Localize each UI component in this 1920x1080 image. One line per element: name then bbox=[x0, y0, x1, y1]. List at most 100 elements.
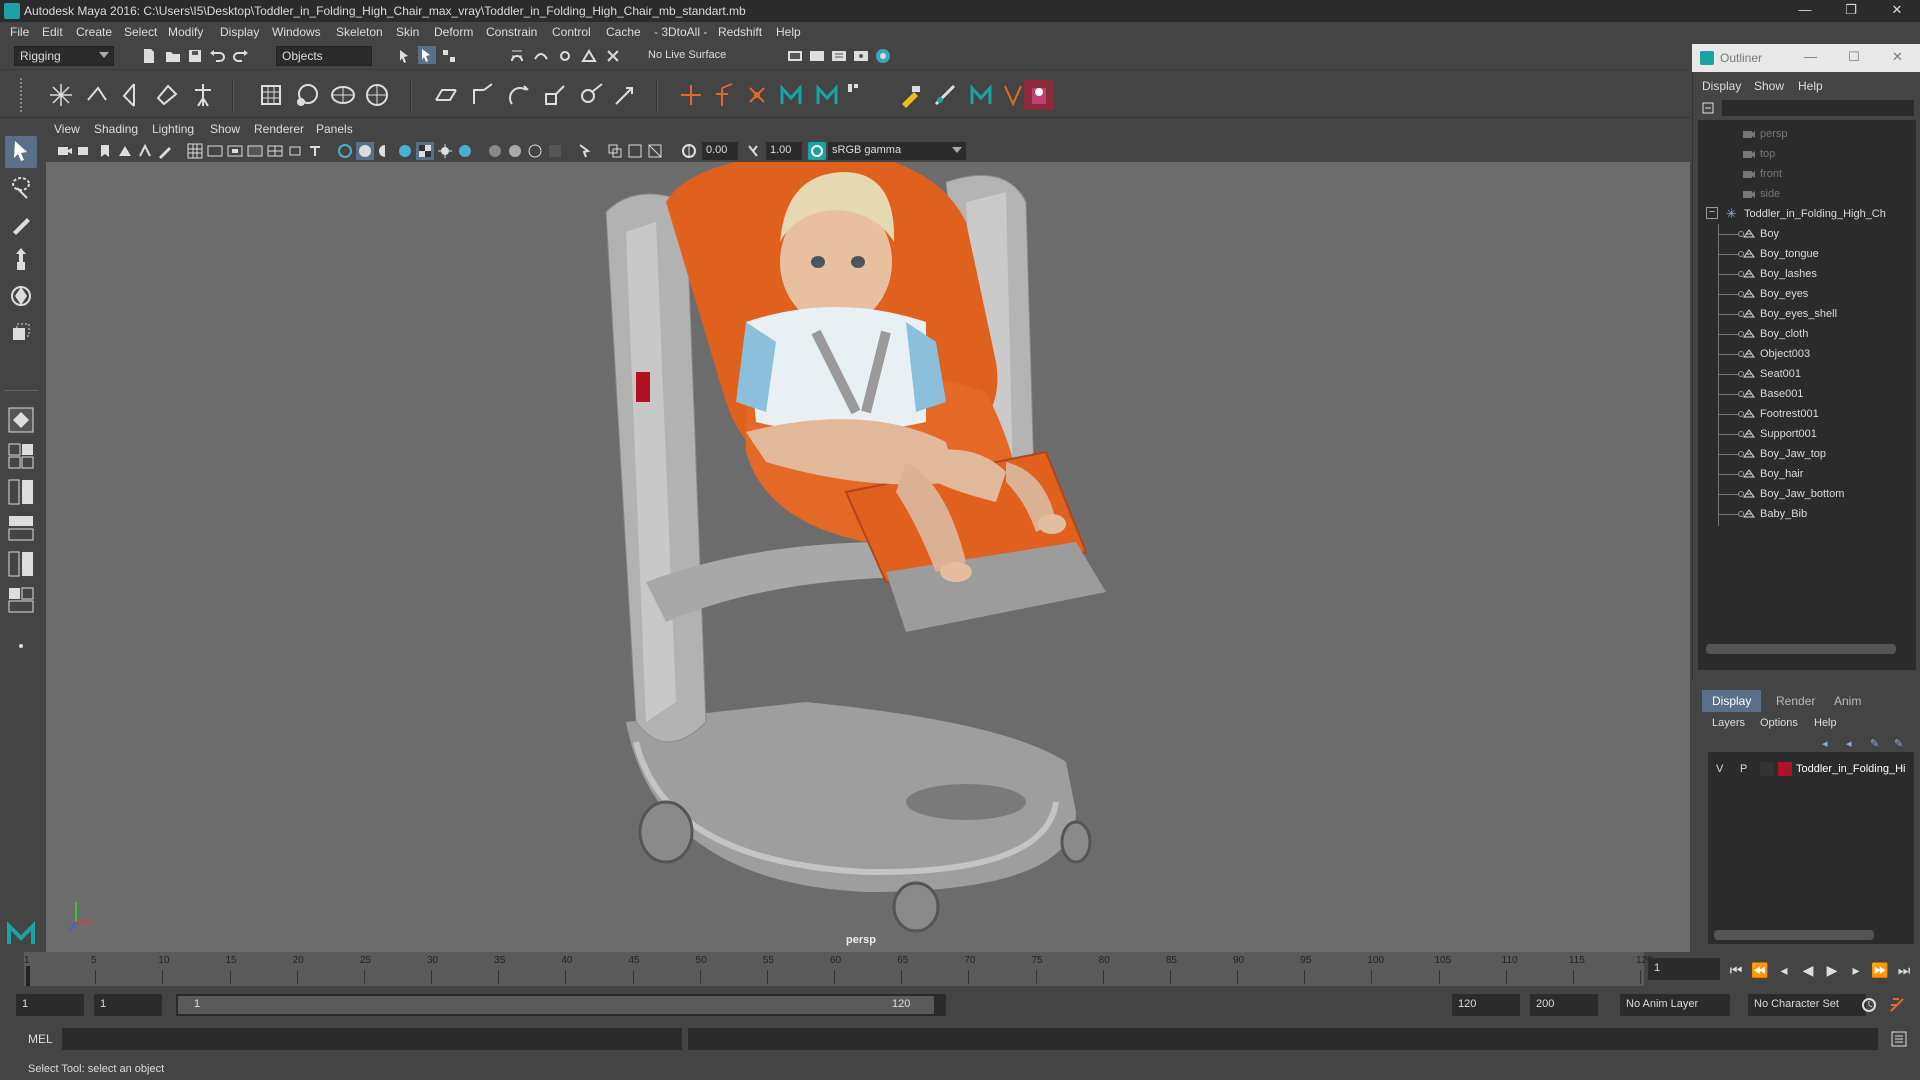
bind-skin-icon[interactable] bbox=[152, 80, 182, 110]
layer-color-swatch[interactable] bbox=[1778, 762, 1792, 776]
use-all-lights-icon[interactable] bbox=[436, 142, 454, 160]
wrap-deformer-icon[interactable] bbox=[328, 80, 358, 110]
menu-help[interactable]: Help bbox=[776, 25, 801, 39]
film-gate-icon[interactable] bbox=[206, 142, 224, 160]
auto-key-icon[interactable] bbox=[1860, 996, 1878, 1014]
pole-vector-icon[interactable] bbox=[610, 80, 640, 110]
go-to-start-button[interactable]: ⏮ bbox=[1726, 960, 1746, 980]
paint-weights-icon[interactable] bbox=[896, 80, 926, 110]
multisample-aa-icon[interactable] bbox=[526, 142, 544, 160]
go-to-end-button[interactable]: ⏭ bbox=[1894, 960, 1914, 980]
play-forwards-button[interactable]: ▶ bbox=[1822, 960, 1842, 980]
snap-to-point-icon[interactable] bbox=[556, 47, 574, 65]
point-constraint-icon[interactable] bbox=[468, 80, 498, 110]
menu-display[interactable]: Display bbox=[220, 25, 259, 39]
outliner-search-input[interactable] bbox=[1722, 100, 1914, 116]
outliner-horizontal-scrollbar[interactable] bbox=[1706, 644, 1896, 654]
step-forward-frame-button[interactable]: ▸ bbox=[1846, 960, 1866, 980]
hik-definition-icon[interactable] bbox=[842, 80, 872, 110]
sculpt-geometry-icon[interactable] bbox=[930, 80, 960, 110]
current-frame-field[interactable]: 1 bbox=[1648, 958, 1720, 980]
hypershade-persp-layout-icon[interactable] bbox=[5, 548, 37, 580]
menu-file[interactable]: File bbox=[10, 25, 29, 39]
default-material-icon[interactable] bbox=[376, 142, 394, 160]
step-back-key-button[interactable]: ⏪ bbox=[1750, 960, 1770, 980]
render-current-frame-icon[interactable] bbox=[808, 47, 826, 65]
panel-menu-show[interactable]: Show bbox=[210, 122, 240, 136]
layer-menu-help[interactable]: Help bbox=[1814, 717, 1837, 729]
outliner-minimize-button[interactable]: — bbox=[1804, 49, 1817, 64]
outliner-maximize-button[interactable]: ☐ bbox=[1848, 49, 1860, 65]
outliner-item[interactable]: Object003 bbox=[1698, 344, 1916, 364]
ipr-render-icon[interactable] bbox=[830, 47, 848, 65]
undo-icon[interactable] bbox=[208, 47, 226, 65]
outliner-layout-icon[interactable] bbox=[5, 584, 37, 616]
outliner-filter-icon[interactable] bbox=[1700, 100, 1716, 116]
orient-constraint-icon[interactable] bbox=[504, 80, 534, 110]
hik-skeleton-icon[interactable] bbox=[188, 80, 218, 110]
hik-character-icon[interactable] bbox=[776, 80, 806, 110]
range-handle[interactable]: 1 120 bbox=[178, 996, 934, 1014]
sculpt-deformer-icon[interactable] bbox=[362, 80, 392, 110]
open-scene-icon[interactable] bbox=[164, 47, 182, 65]
step-back-frame-button[interactable]: ◂ bbox=[1774, 960, 1794, 980]
ik-handle-icon[interactable] bbox=[82, 80, 112, 110]
menu-3dtoall[interactable]: - 3DtoAll - bbox=[654, 25, 707, 39]
paint-select-tool-icon[interactable] bbox=[5, 208, 37, 240]
outliner-item[interactable]: Boy bbox=[1698, 224, 1916, 244]
menu-redshift[interactable]: Redshift bbox=[718, 25, 762, 39]
make-live-icon[interactable] bbox=[604, 47, 622, 65]
gate-mask-icon[interactable] bbox=[246, 142, 264, 160]
outliner-camera-side[interactable]: side bbox=[1698, 184, 1916, 204]
outliner-item[interactable]: Seat001 bbox=[1698, 364, 1916, 384]
outliner-item[interactable]: Boy_eyes bbox=[1698, 284, 1916, 304]
collapse-toggle-icon[interactable]: − bbox=[1706, 207, 1718, 219]
step-forward-key-button[interactable]: ⏩ bbox=[1870, 960, 1890, 980]
menu-skeleton[interactable]: Skeleton bbox=[336, 25, 383, 39]
menu-constrain[interactable]: Constrain bbox=[486, 25, 537, 39]
wireframe-icon[interactable] bbox=[336, 142, 354, 160]
anim-layer-dropdown[interactable]: No Anim Layer bbox=[1620, 994, 1730, 1016]
outliner-camera-persp[interactable]: persp bbox=[1698, 124, 1916, 144]
field-chart-icon[interactable] bbox=[266, 142, 284, 160]
panel-menu-shading[interactable]: Shading bbox=[94, 122, 138, 136]
menu-skin[interactable]: Skin bbox=[396, 25, 419, 39]
outliner-menu-help[interactable]: Help bbox=[1798, 79, 1823, 93]
panel-menu-panels[interactable]: Panels bbox=[316, 122, 353, 136]
color-management-icon[interactable] bbox=[808, 142, 826, 160]
xray-components-icon[interactable] bbox=[646, 142, 664, 160]
outliner-menu-show[interactable]: Show bbox=[1754, 79, 1784, 93]
select-by-object-icon[interactable] bbox=[418, 46, 436, 64]
redshift-render-icon[interactable] bbox=[1024, 80, 1054, 110]
time-slider-track[interactable]: 1 5 10 15 20 25 30 35 40 45 50 55 60 65 70 75 80 85 90 95 10… bbox=[24, 952, 1653, 986]
shadows-icon[interactable] bbox=[456, 142, 474, 160]
layer-visibility-toggle[interactable]: V bbox=[1716, 763, 1723, 775]
character-set-dropdown[interactable]: No Character Set bbox=[1748, 994, 1866, 1016]
safe-action-icon[interactable] bbox=[286, 142, 304, 160]
menu-edit[interactable]: Edit bbox=[42, 25, 63, 39]
locator-icon[interactable] bbox=[676, 80, 706, 110]
perspective-viewport[interactable] bbox=[46, 162, 1690, 952]
redo-icon[interactable] bbox=[232, 47, 250, 65]
animation-start-field[interactable]: 1 bbox=[16, 994, 84, 1016]
four-view-layout-icon[interactable] bbox=[5, 440, 37, 472]
range-bar[interactable]: 1 120 bbox=[176, 994, 946, 1016]
layer-row[interactable]: V P Toddler_in_Folding_Hi bbox=[1708, 760, 1914, 780]
layer-display-type[interactable] bbox=[1760, 762, 1774, 776]
menu-deform[interactable]: Deform bbox=[434, 25, 473, 39]
outliner-item[interactable]: Support001 bbox=[1698, 424, 1916, 444]
cluster-icon[interactable] bbox=[292, 80, 322, 110]
smooth-shade-icon[interactable] bbox=[356, 142, 374, 160]
select-by-hierarchy-icon[interactable] bbox=[396, 47, 414, 65]
move-layer-up-icon[interactable]: ◂ bbox=[1822, 737, 1838, 751]
scale-constraint-icon[interactable] bbox=[540, 80, 570, 110]
joint-orient-icon[interactable] bbox=[712, 80, 742, 110]
outliner-close-button[interactable]: ✕ bbox=[1892, 49, 1903, 65]
tab-render[interactable]: Render bbox=[1766, 690, 1825, 712]
hypershade-icon[interactable] bbox=[874, 47, 892, 65]
isolate-select-icon[interactable] bbox=[576, 142, 594, 160]
playback-start-field[interactable]: 1 bbox=[94, 994, 162, 1016]
playback-end-field[interactable]: 120 bbox=[1452, 994, 1520, 1016]
tab-display[interactable]: Display bbox=[1702, 690, 1762, 712]
gamma-icon[interactable] bbox=[744, 142, 762, 160]
